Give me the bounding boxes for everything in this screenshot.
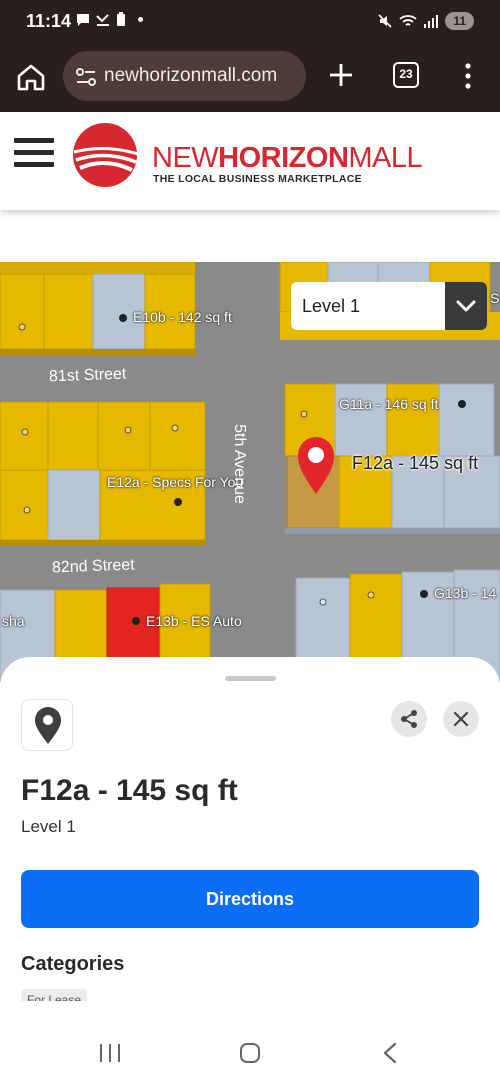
mall-map[interactable]: E10b - 142 sq ft G11a - 146 sq ft F12a -… — [0, 262, 500, 682]
system-navigation-bar — [0, 1020, 500, 1084]
unit-label-g11a[interactable]: G11a - 146 sq ft — [339, 396, 438, 412]
notification-icons — [76, 12, 143, 27]
unit-marker — [171, 424, 179, 432]
unit-marker — [119, 314, 127, 322]
recent-apps-icon[interactable] — [98, 1042, 122, 1064]
missed-call-icon — [96, 13, 109, 26]
unit-marker — [300, 410, 308, 418]
directions-button[interactable]: Directions — [21, 870, 479, 928]
map-unit — [334, 383, 388, 457]
sheet-drag-handle[interactable] — [225, 676, 276, 681]
system-icons: 11 — [377, 12, 474, 30]
location-type-badge — [21, 699, 73, 751]
map-unit — [47, 401, 99, 471]
unit-marker — [124, 426, 132, 434]
map-unit — [0, 469, 49, 541]
site-settings-icon[interactable] — [75, 67, 97, 87]
back-icon[interactable] — [380, 1041, 400, 1065]
unit-marker — [367, 591, 375, 599]
unit-marker — [319, 598, 327, 606]
level-select-value: Level 1 — [302, 296, 361, 316]
dot-icon — [138, 17, 143, 22]
map-unit — [47, 469, 101, 541]
unit-marker — [21, 428, 29, 436]
new-tab-icon[interactable] — [326, 60, 356, 90]
logo-tagline: THE LOCAL BUSINESS MARKETPLACE — [153, 173, 362, 185]
close-button[interactable] — [443, 701, 479, 737]
hamburger-line — [14, 150, 54, 155]
unit-label-g13b[interactable]: G13b - 14 — [434, 585, 496, 601]
unit-marker — [420, 590, 428, 598]
battery-alert-icon — [117, 12, 125, 26]
home-nav-icon[interactable] — [238, 1041, 262, 1065]
map-unit — [0, 262, 195, 274]
share-button[interactable] — [391, 701, 427, 737]
category-chip-container: For Lease — [21, 989, 111, 1001]
unit-marker — [132, 617, 140, 625]
unit-label-partial-left[interactable]: sha — [2, 613, 25, 629]
unit-marker — [458, 400, 466, 408]
more-menu-icon[interactable] — [458, 62, 478, 90]
logo-icon[interactable] — [70, 122, 140, 188]
level-select-toggle[interactable] — [445, 282, 487, 330]
map-unit — [149, 401, 206, 471]
street-label-5th-ave: 5th Avenue — [230, 424, 248, 504]
logo-wordmark[interactable]: NEWHORIZONMALL — [152, 142, 423, 175]
hamburger-line — [14, 138, 54, 143]
close-icon — [453, 711, 469, 727]
status-time: 11:14 — [26, 11, 72, 31]
location-level: Level 1 — [21, 817, 76, 836]
map-pin-icon — [35, 707, 61, 744]
map-unit — [43, 273, 94, 350]
unit-marker — [23, 506, 31, 514]
category-chip[interactable]: For Lease — [21, 989, 88, 1001]
level-select[interactable]: Level 1 — [291, 282, 487, 330]
logo-word-horizon: HORIZON — [218, 142, 349, 174]
map-unit — [386, 383, 440, 457]
hamburger-line — [14, 162, 54, 167]
unit-label-partial-right[interactable]: S — [490, 290, 499, 306]
home-icon[interactable] — [14, 61, 48, 95]
logo-word-new: NEW — [152, 142, 219, 174]
share-icon — [401, 710, 417, 728]
chat-icon — [77, 13, 89, 26]
status-bar: 11:14 11 — [0, 0, 500, 44]
unit-marker — [18, 323, 26, 331]
map-unit — [438, 383, 495, 457]
chevron-down-icon — [456, 300, 476, 312]
unit-label-e12a[interactable]: E12a - Specs For You — [107, 474, 243, 490]
unit-label-f12a[interactable]: F12a - 145 sq ft — [352, 453, 478, 474]
unit-label-e13b[interactable]: E13b - ES Auto — [146, 613, 242, 629]
unit-marker — [174, 498, 182, 506]
location-title: F12a - 145 sq ft — [21, 774, 238, 807]
url-text: newhorizonmall.com — [104, 65, 278, 86]
street-label-81st: 81st Street — [48, 365, 127, 386]
mute-icon — [378, 14, 392, 28]
map-unit — [0, 273, 45, 350]
categories-heading: Categories — [21, 953, 125, 975]
hamburger-menu-button[interactable] — [14, 138, 54, 174]
wifi-icon — [399, 15, 417, 26]
browser-toolbar: newhorizonmall.com 23 — [0, 44, 500, 112]
signal-icon — [424, 15, 439, 28]
address-bar[interactable]: newhorizonmall.com — [63, 51, 306, 101]
unit-label-e10b[interactable]: E10b - 142 sq ft — [133, 309, 232, 325]
logo-word-mall: MALL — [348, 142, 423, 174]
map-unit — [97, 401, 151, 471]
tab-switcher-button[interactable]: 23 — [393, 62, 419, 88]
map-unit — [0, 401, 49, 471]
site-header: NEWHORIZONMALL THE LOCAL BUSINESS MARKET… — [0, 112, 500, 210]
battery-indicator: 11 — [445, 12, 474, 30]
street-label-82nd: 82nd Street — [51, 556, 135, 577]
